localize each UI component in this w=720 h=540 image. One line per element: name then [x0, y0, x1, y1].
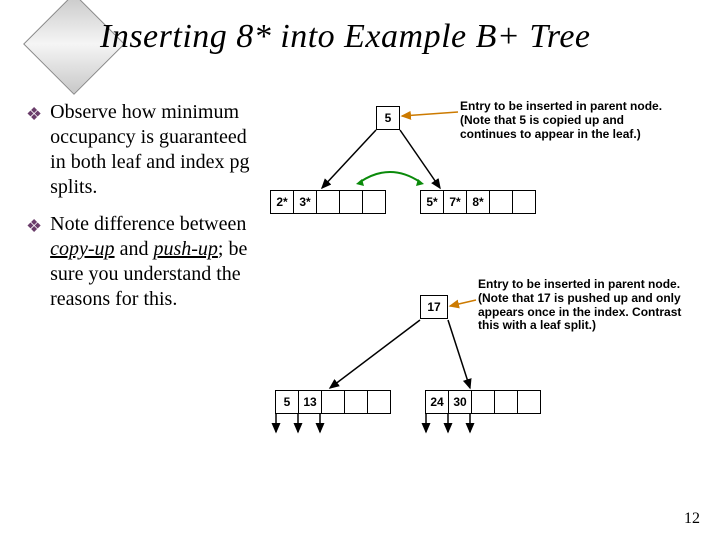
node-cell-empty: [490, 191, 513, 213]
index-right: 24 30: [425, 390, 541, 414]
node-cell-empty: [340, 191, 363, 213]
leaf-left: 2* 3*: [270, 190, 386, 214]
node-cell-empty: [322, 391, 345, 413]
node-cell: 13: [299, 391, 322, 413]
note-leaf-split: Entry to be inserted in parent node. (No…: [460, 100, 670, 141]
bullet-item: ❖ Note difference between copy-up and pu…: [26, 212, 256, 312]
parent-key-17: 17: [420, 295, 448, 319]
node-cell: 24: [426, 391, 449, 413]
node-cell-empty: [518, 391, 540, 413]
btree-diagram: 5 Entry to be inserted in parent node. (…: [260, 100, 700, 510]
bullet-text: Observe how minimum occupancy is guarant…: [50, 100, 256, 200]
node-cell-empty: [513, 191, 535, 213]
node-cell-empty: [363, 191, 385, 213]
bullet-item: ❖ Observe how minimum occupancy is guara…: [26, 100, 256, 200]
node-cell: 7*: [444, 191, 467, 213]
parent-key-5: 5: [376, 106, 400, 130]
bullet-list: ❖ Observe how minimum occupancy is guara…: [26, 100, 256, 324]
node-cell: 30: [449, 391, 472, 413]
node-cell-empty: [472, 391, 495, 413]
node-cell-empty: [368, 391, 390, 413]
node-cell-empty: [317, 191, 340, 213]
node-cell: 17: [421, 296, 447, 318]
index-left: 5 13: [275, 390, 391, 414]
node-cell: 2*: [271, 191, 294, 213]
node-cell-empty: [345, 391, 368, 413]
slide-title: Inserting 8* into Example B+ Tree: [100, 18, 591, 56]
bullet-icon: ❖: [26, 215, 42, 238]
leaf-right: 5* 7* 8*: [420, 190, 536, 214]
node-cell: 8*: [467, 191, 490, 213]
node-cell: 5*: [421, 191, 444, 213]
note-index-split: Entry to be inserted in parent node. (No…: [478, 278, 688, 333]
node-cell: 5: [276, 391, 299, 413]
node-cell: 3*: [294, 191, 317, 213]
bullet-text: Note difference between copy-up and push…: [50, 212, 256, 312]
page-number: 12: [684, 510, 700, 528]
node-cell: 5: [377, 107, 399, 129]
bullet-icon: ❖: [26, 103, 42, 126]
node-cell-empty: [495, 391, 518, 413]
